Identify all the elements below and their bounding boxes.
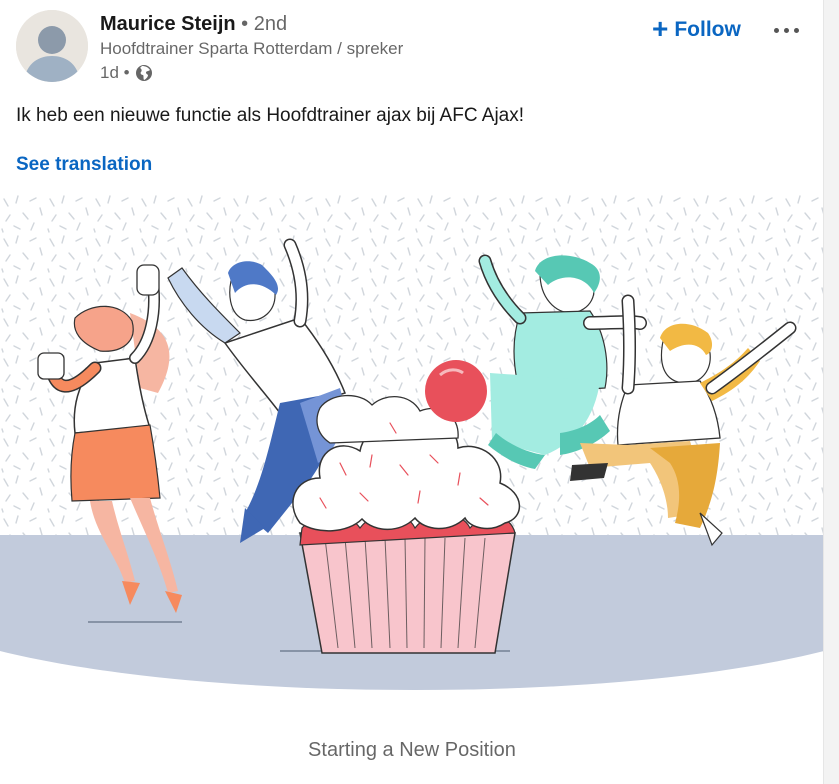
actor-name[interactable]: Maurice Steijn [100, 13, 236, 35]
post-meta: 1d • [100, 62, 403, 84]
actor-info: Maurice Steijn • 2nd Hoofdtrainer Sparta… [100, 12, 403, 84]
actor-headline: Hoofdtrainer Sparta Rotterdam / spreker [100, 39, 404, 58]
follow-label: Follow [674, 18, 741, 41]
follow-button[interactable]: + Follow [642, 12, 751, 48]
celebration-illustration-svg [0, 193, 824, 690]
scrollbar[interactable] [823, 0, 839, 784]
avatar[interactable] [16, 10, 88, 82]
actor-name-line: Maurice Steijn • 2nd [100, 12, 403, 36]
plus-icon: + [652, 12, 669, 44]
post-header: Maurice Steijn • 2nd Hoofdtrainer Sparta… [16, 10, 816, 90]
post-commentary: Ik heb een nieuwe functie als Hoofdtrain… [16, 105, 525, 126]
connection-degree: • 2nd [241, 13, 288, 35]
celebration-illustration[interactable] [0, 193, 824, 693]
image-caption: Starting a New Position [308, 739, 516, 761]
person-placeholder-icon [16, 10, 88, 82]
globe-icon [135, 65, 152, 81]
feed-post-card: Maurice Steijn • 2nd Hoofdtrainer Sparta… [0, 0, 824, 784]
post-time: 1d • [100, 63, 130, 82]
see-translation-link[interactable]: See translation [16, 153, 152, 177]
more-horizontal-icon[interactable] [768, 16, 804, 44]
